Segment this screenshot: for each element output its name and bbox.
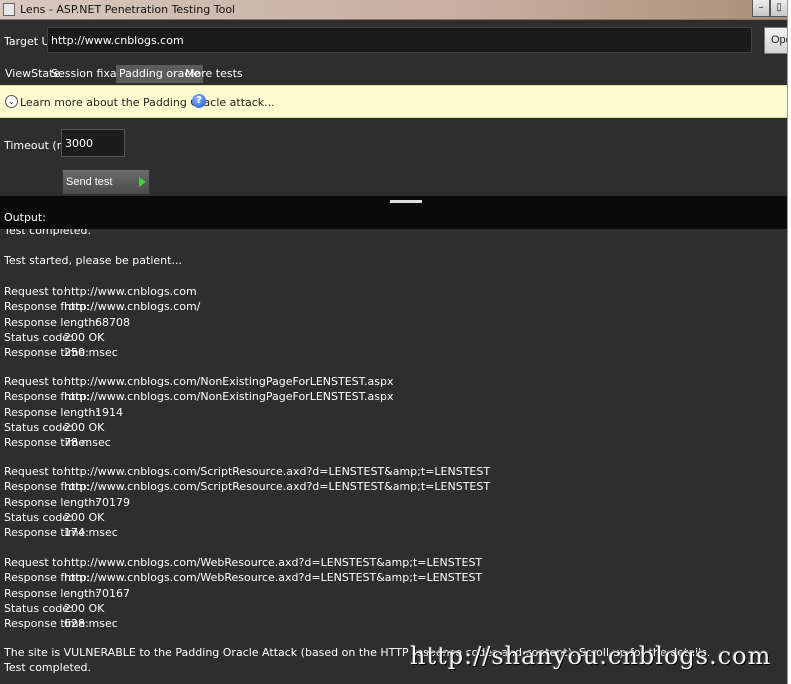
output-label: Output: [4, 211, 46, 224]
splitter-handle[interactable] [390, 200, 422, 203]
log-field-label: Status code: [4, 420, 73, 434]
log-field-value: http://www.cnblogs.com/NonExistingPageFo… [64, 375, 394, 388]
log-field-label: Request to: [4, 465, 67, 478]
log-test-completed: Test completed. [4, 661, 92, 674]
log-field-label: Request to: [4, 556, 67, 569]
log-field-value: http://www.cnblogs.com/WebResource.axd?d… [64, 556, 483, 569]
log-field-label: Status code: [4, 330, 73, 344]
log-field-label: Request to: [4, 285, 67, 298]
settings-panel: Timeout (ms): Send test requests [0, 119, 787, 212]
log-field-value: http://www.cnblogs.com/NonExistingPageFo… [64, 390, 394, 404]
log-field-label: Response length: [4, 586, 100, 600]
target-url-input[interactable] [47, 27, 752, 53]
help-icon[interactable]: ? [192, 94, 206, 108]
timeout-input[interactable] [61, 129, 125, 157]
log-field-value: 78 msec [64, 436, 111, 450]
log-field-value: http://www.cnblogs.com/ScriptResource.ax… [64, 480, 491, 494]
log-field-value: 200 OK [64, 420, 105, 434]
log-field-label: Status code: [4, 510, 73, 524]
watermark: http://shanyou.cnblogs.com [410, 642, 772, 670]
log-field-value: 70179 [95, 495, 130, 509]
log-field-value: http://www.cnblogs.com/ScriptResource.ax… [64, 465, 491, 478]
log-field-value: 1914 [95, 405, 123, 419]
log-field-value: http://www.cnblogs.com/WebResource.axd?d… [64, 571, 483, 585]
log-test-started: Test started, please be patient... [4, 254, 182, 267]
log-field-value: 200 OK [64, 510, 105, 524]
log-field-label: Response length: [4, 405, 100, 419]
log-field-label: Response length: [4, 315, 100, 329]
url-bar: Target URL: Ope [0, 26, 787, 56]
chevron-down-icon[interactable]: ⌄ [5, 95, 18, 108]
log-field-value: 628 msec [64, 617, 118, 631]
log-field-value: 250 msec [64, 346, 118, 360]
log-field-label: Status code: [4, 601, 73, 615]
log-field-value: 70167 [95, 586, 130, 600]
tab-more-tests[interactable]: More tests [182, 65, 246, 83]
app-icon [3, 3, 15, 16]
minimize-button[interactable]: – [752, 0, 770, 17]
window-title: Lens - ASP.NET Penetration Testing Tool [20, 3, 236, 16]
log-field-value: 68708 [95, 315, 130, 329]
log-field-value: 200 OK [64, 330, 105, 344]
log-field-label: Request to: [4, 375, 67, 388]
splitter[interactable] [0, 196, 787, 207]
log-field-value: 200 OK [64, 601, 105, 615]
log-field-label: Response length: [4, 495, 100, 509]
title-bar[interactable]: Lens - ASP.NET Penetration Testing Tool … [0, 0, 787, 20]
info-link[interactable]: Learn more about the Padding Oracle atta… [20, 96, 275, 109]
log-field-value: 174 msec [64, 526, 118, 540]
output-log[interactable]: Test completed. Test started, please be … [0, 229, 787, 684]
play-icon [139, 177, 146, 187]
open-button[interactable]: Ope [764, 27, 787, 54]
output-header: Output: [0, 207, 787, 229]
app-window: Lens - ASP.NET Penetration Testing Tool … [0, 0, 788, 684]
tab-strip: ViewState Session fixation Padding oracl… [0, 64, 787, 84]
log-prev-completed: Test completed. [4, 229, 92, 237]
send-test-requests-button[interactable]: Send test requests [62, 169, 150, 212]
log-field-value: http://www.cnblogs.com/ [64, 300, 201, 314]
info-bar: ⌄ Learn more about the Padding Oracle at… [0, 85, 787, 118]
log-field-value: http://www.cnblogs.com [64, 285, 197, 298]
maximize-button[interactable]: ▯ [770, 0, 787, 17]
